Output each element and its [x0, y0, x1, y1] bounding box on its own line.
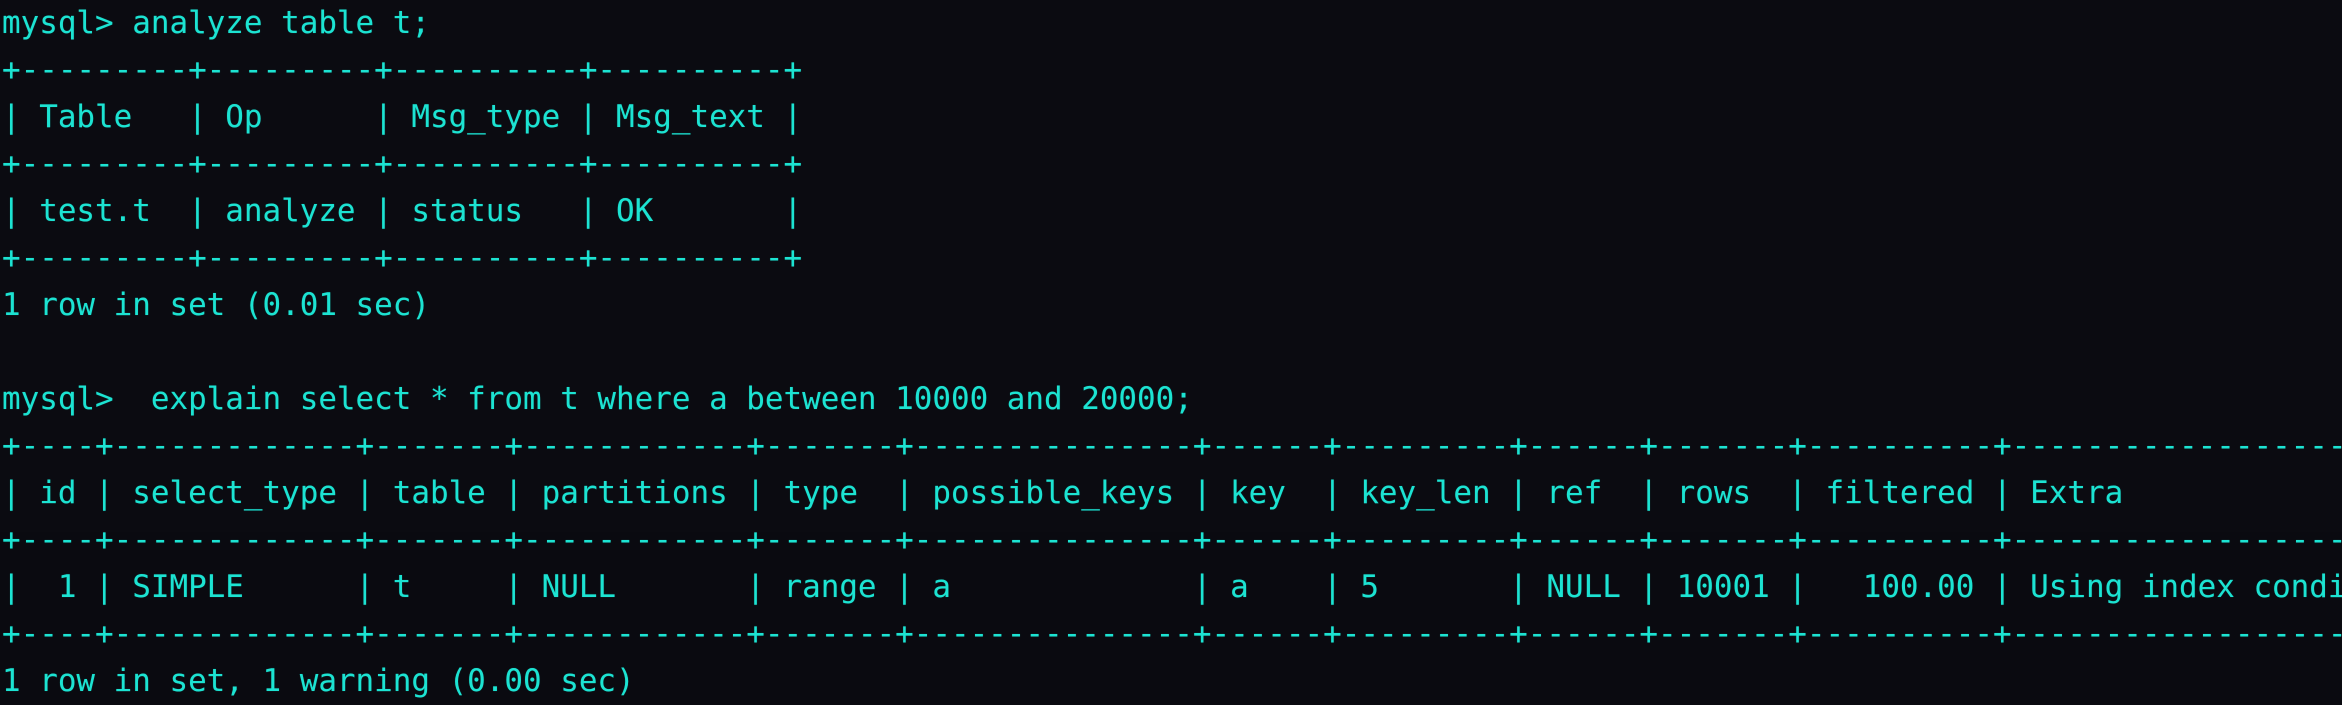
analyze-table-header-row: | Table | Op | Msg_type | Msg_text | — [2, 99, 803, 135]
terminal-window[interactable]: mysql> analyze table t; +---------+------… — [0, 0, 2342, 699]
command-analyze: mysql> analyze table t; — [2, 5, 430, 41]
analyze-table-data-row: | test.t | analyze | status | OK | — [2, 193, 803, 229]
explain-table-data-row: | 1 | SIMPLE | t | NULL | range | a | a … — [2, 569, 2342, 605]
analyze-table-top-border: +---------+---------+----------+--------… — [2, 52, 803, 88]
analyze-table-mid-border: +---------+---------+----------+--------… — [2, 146, 803, 182]
analyze-result-status: 1 row in set (0.01 sec) — [2, 287, 430, 323]
explain-table-top-border: +----+-------------+-------+------------… — [2, 428, 2342, 464]
command-explain: mysql> explain select * from t where a b… — [2, 381, 1193, 417]
explain-table-mid-border: +----+-------------+-------+------------… — [2, 522, 2342, 558]
explain-table-header-row: | id | select_type | table | partitions … — [2, 475, 2342, 511]
analyze-table-bottom-border: +---------+---------+----------+--------… — [2, 240, 803, 276]
explain-result-status: 1 row in set, 1 warning (0.00 sec) — [2, 663, 635, 699]
explain-table-bottom-border: +----+-------------+-------+------------… — [2, 616, 2342, 652]
